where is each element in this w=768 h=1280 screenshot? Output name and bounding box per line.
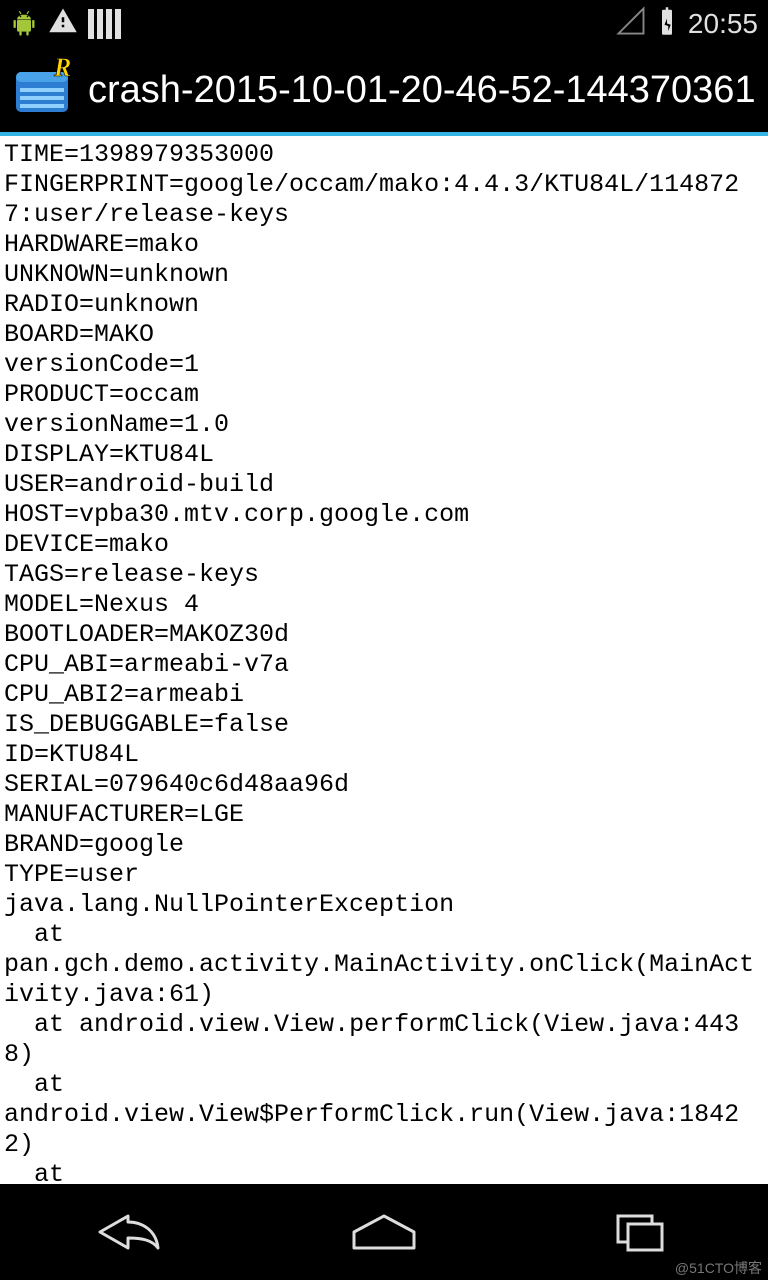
watermark-text: @51CTO博客: [675, 1258, 762, 1278]
status-bar-right: 20:55: [616, 6, 758, 43]
status-bar: 20:55: [0, 0, 768, 48]
back-button[interactable]: [83, 1207, 173, 1257]
navigation-bar: @51CTO博客: [0, 1184, 768, 1280]
warning-icon: [48, 6, 78, 43]
home-button[interactable]: [339, 1207, 429, 1257]
svg-text:R: R: [53, 58, 71, 82]
root-explorer-icon: R: [10, 58, 74, 122]
signal-icon: [616, 6, 646, 43]
status-bar-left: [10, 6, 121, 43]
status-clock: 20:55: [688, 8, 758, 40]
recent-apps-button[interactable]: [595, 1207, 685, 1257]
page-title: crash-2015-10-01-20-46-52-144370361.: [88, 69, 758, 112]
app-title-bar: R crash-2015-10-01-20-46-52-144370361.: [0, 48, 768, 136]
android-debug-icon: [10, 8, 38, 40]
battery-charging-icon: [652, 6, 682, 43]
crash-log-text[interactable]: TIME=1398979353000 FINGERPRINT=google/oc…: [0, 136, 768, 1184]
notification-icon: [88, 9, 121, 39]
